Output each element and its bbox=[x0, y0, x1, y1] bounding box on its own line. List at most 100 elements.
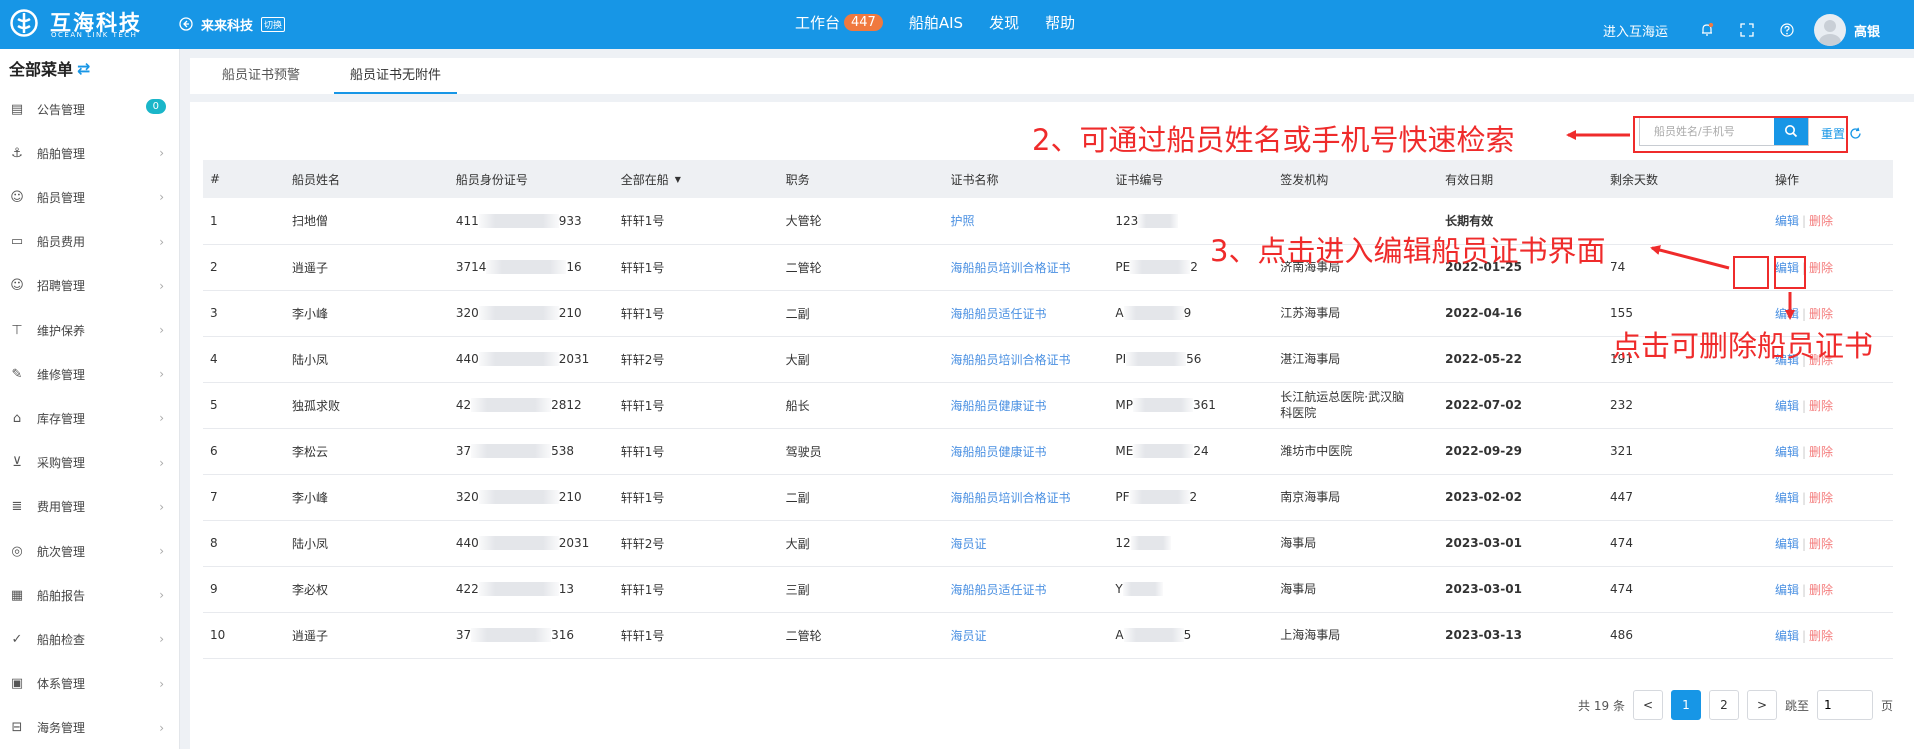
sidebar-item-notice[interactable]: ▤ 公告管理 0 bbox=[0, 87, 180, 131]
enter-hihaiyun-link[interactable]: 进入互海运 bbox=[1603, 21, 1668, 40]
sidebar-item-user[interactable]: ☺ 船员管理 › bbox=[0, 175, 180, 219]
sidebar-item-anchor[interactable]: ⚓ 船舶管理 › bbox=[0, 131, 180, 175]
delete-link[interactable]: 删除 bbox=[1809, 399, 1833, 413]
sidebar-item-marine[interactable]: ⊟ 海务管理 › bbox=[0, 706, 180, 749]
cell-cert-name-text[interactable]: 海船船员培训合格证书 bbox=[950, 261, 1070, 275]
sidebar-item-system[interactable]: ▣ 体系管理 › bbox=[0, 662, 180, 706]
edit-link[interactable]: 编辑 bbox=[1775, 399, 1799, 413]
fullscreen-icon[interactable] bbox=[1740, 23, 1754, 37]
edit-link[interactable]: 编辑 bbox=[1775, 583, 1799, 597]
delete-link[interactable]: 删除 bbox=[1809, 491, 1833, 505]
th-ship-filter[interactable]: 全部在船 ▼ bbox=[613, 160, 779, 198]
nav-discover[interactable]: 发现 bbox=[989, 12, 1019, 33]
cell-cert-name-text[interactable]: 海员证 bbox=[950, 629, 986, 643]
table-row: 9 李必权 422 13 轩轩1号 三副 海船船员适任证书 Y 海事局 2023-03-01 474… bbox=[203, 566, 1893, 613]
nav-ship-ais[interactable]: 船舶AIS bbox=[909, 12, 963, 33]
cell-cert-name-text[interactable]: 海船船员适任证书 bbox=[950, 583, 1046, 597]
bell-icon[interactable] bbox=[1700, 23, 1714, 37]
cell-cert-name[interactable]: 海船船员培训合格证书 bbox=[943, 474, 1109, 521]
cell-cert-name-text[interactable]: 海船船员培训合格证书 bbox=[950, 491, 1070, 505]
delete-link[interactable]: 删除 bbox=[1809, 583, 1833, 597]
delete-link[interactable]: 删除 bbox=[1809, 261, 1833, 275]
cell-cert-name-text[interactable]: 海船船员健康证书 bbox=[950, 445, 1046, 459]
sidebar-item-database[interactable]: ≣ 费用管理 › bbox=[0, 485, 180, 529]
sidebar-item-report[interactable]: ▦ 船舶报告 › bbox=[0, 573, 180, 617]
cell-id-number: 440 2031 bbox=[448, 520, 614, 567]
action-divider: | bbox=[1801, 582, 1806, 597]
cell-cert-name[interactable]: 护照 bbox=[943, 198, 1109, 245]
cell-valid-date-text: 2022-05-22 bbox=[1445, 352, 1522, 366]
logo[interactable]: 互海科技 OCEAN LINK TECH bbox=[10, 7, 140, 43]
help-circle-icon[interactable] bbox=[1780, 23, 1794, 37]
cell-duty: 驾驶员 bbox=[778, 428, 944, 475]
cell-id-number: 440 2031 bbox=[448, 336, 614, 383]
cell-duty: 三副 bbox=[778, 566, 944, 613]
cell-ship-text: 轩轩2号 bbox=[620, 536, 665, 551]
cell-cert-name[interactable]: 海船船员培训合格证书 bbox=[943, 244, 1109, 291]
th-valid-date: 有效日期 bbox=[1438, 160, 1604, 198]
next-page-button[interactable]: > bbox=[1746, 690, 1777, 720]
cell-cert-name-text[interactable]: 海员证 bbox=[950, 537, 986, 551]
back-circle-icon[interactable] bbox=[179, 17, 193, 31]
edit-link[interactable]: 编辑 bbox=[1775, 307, 1799, 321]
avatar[interactable] bbox=[1814, 14, 1847, 46]
sidebar-item-cart[interactable]: ⊻ 采购管理 › bbox=[0, 441, 180, 485]
masked-suffix: 2 bbox=[1189, 489, 1198, 504]
sidebar-item-recruit[interactable]: ☺ 招聘管理 › bbox=[0, 264, 180, 308]
page-1-button[interactable]: 1 bbox=[1670, 690, 1701, 720]
cell-issuing-org-text: 海事局 bbox=[1280, 536, 1317, 550]
cell-cert-name[interactable]: 海船船员培训合格证书 bbox=[943, 336, 1109, 383]
cell-cert-name[interactable]: 海员证 bbox=[943, 520, 1109, 567]
prev-page-button[interactable]: < bbox=[1632, 690, 1663, 720]
masked-prefix: PF bbox=[1115, 489, 1130, 504]
top-right-tools: 进入互海运 高银 bbox=[1603, 14, 1880, 46]
delete-link[interactable]: 删除 bbox=[1809, 214, 1833, 228]
sidebar-item-warehouse[interactable]: ⌂ 库存管理 › bbox=[0, 396, 180, 440]
nav-workbench[interactable]: 工作台 447 bbox=[795, 12, 883, 33]
edit-link[interactable]: 编辑 bbox=[1775, 214, 1799, 228]
cell-cert-name[interactable]: 海员证 bbox=[943, 612, 1109, 659]
nav-help[interactable]: 帮助 bbox=[1045, 12, 1075, 33]
cell-cert-name[interactable]: 海船船员健康证书 bbox=[943, 382, 1109, 429]
cell-cert-name-text[interactable]: 护照 bbox=[950, 214, 974, 228]
table-row: 1 扫地僧 411 933 轩轩1号 大管轮 护照 123 长期有效 编辑 | 删除 bbox=[203, 198, 1893, 245]
sidebar-title[interactable]: 全部菜单 ⇄ bbox=[0, 49, 179, 87]
cell-cert-name-text[interactable]: 海船船员健康证书 bbox=[950, 399, 1046, 413]
username[interactable]: 高银 bbox=[1854, 21, 1880, 40]
cell-ship-text: 轩轩1号 bbox=[620, 582, 665, 597]
page-2-button[interactable]: 2 bbox=[1708, 690, 1739, 720]
delete-link[interactable]: 删除 bbox=[1809, 537, 1833, 551]
masked-suffix: 2 bbox=[1190, 259, 1198, 274]
cell-issuing-org-text: 湛江海事局 bbox=[1280, 352, 1341, 366]
switch-badge[interactable]: 切换 bbox=[261, 16, 286, 32]
sidebar-item-check[interactable]: ✓ 船舶检查 › bbox=[0, 617, 180, 661]
tab-cert-warning[interactable]: 船员证书预警 bbox=[206, 58, 316, 94]
cell-cert-name[interactable]: 海船船员适任证书 bbox=[943, 566, 1109, 613]
delete-link[interactable]: 删除 bbox=[1809, 445, 1833, 459]
edit-link[interactable]: 编辑 bbox=[1775, 537, 1799, 551]
edit-link[interactable]: 编辑 bbox=[1775, 491, 1799, 505]
sidebar-item-maintenance[interactable]: ⊤ 维护保养 › bbox=[0, 308, 180, 352]
delete-link[interactable]: 删除 bbox=[1809, 629, 1833, 643]
tab-cert-no-attachment[interactable]: 船员证书无附件 bbox=[334, 58, 458, 94]
edit-link[interactable]: 编辑 bbox=[1775, 445, 1799, 459]
company-switcher[interactable]: 来来科技 切换 bbox=[179, 14, 286, 34]
cell-cert-name-text[interactable]: 海船船员适任证书 bbox=[950, 307, 1046, 321]
sidebar-item-wrench[interactable]: ✎ 维修管理 › bbox=[0, 352, 180, 396]
jump-page-input[interactable] bbox=[1816, 690, 1873, 720]
delete-link[interactable]: 删除 bbox=[1809, 307, 1833, 321]
cell-id-number: 3714 16 bbox=[448, 244, 614, 291]
top-nav: 工作台 447 船舶AIS 发现 帮助 bbox=[795, 12, 1075, 33]
sidebar-item-globe[interactable]: ◎ 航次管理 › bbox=[0, 529, 180, 573]
sidebar-item-wallet[interactable]: ▭ 船员费用 › bbox=[0, 220, 180, 264]
cell-ship-text: 轩轩1号 bbox=[620, 260, 665, 275]
cell-cert-name[interactable]: 海船船员健康证书 bbox=[943, 428, 1109, 475]
edit-highlight-box bbox=[1733, 256, 1769, 289]
cell-cert-number: A9 bbox=[1108, 290, 1274, 337]
chevron-right-icon: › bbox=[159, 588, 164, 603]
recruit-icon: ☺ bbox=[10, 278, 24, 294]
edit-link[interactable]: 编辑 bbox=[1775, 629, 1799, 643]
cell-cert-name-text[interactable]: 海船船员培训合格证书 bbox=[950, 353, 1070, 367]
cell-cert-name[interactable]: 海船船员适任证书 bbox=[943, 290, 1109, 337]
swap-icon[interactable]: ⇄ bbox=[77, 59, 90, 78]
